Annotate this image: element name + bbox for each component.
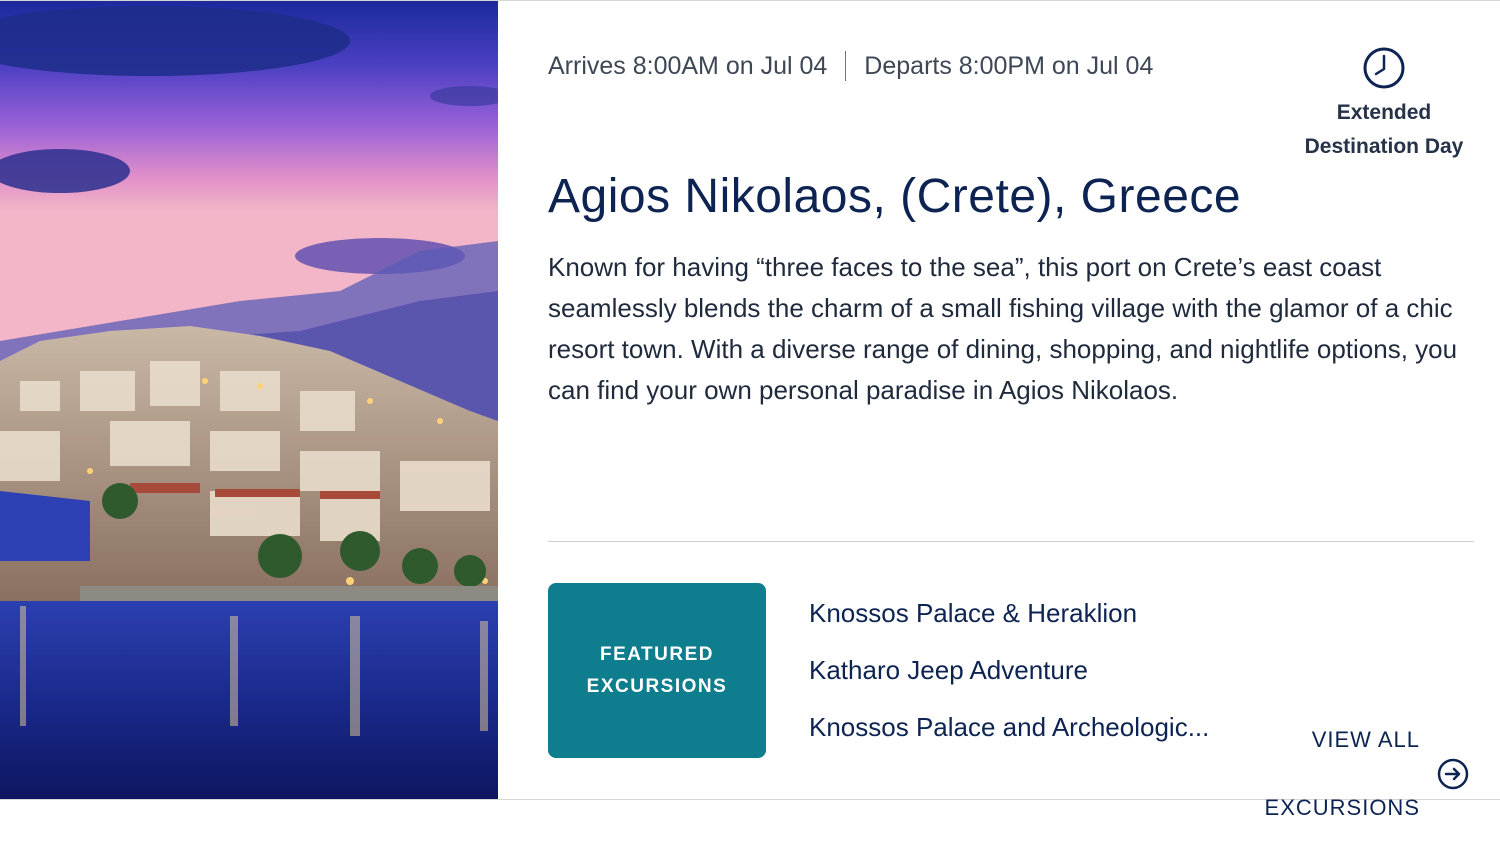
view-all-excursions-link[interactable]: VIEW ALL EXCURSIONS [1265, 689, 1470, 859]
arrow-circle-right-icon [1437, 758, 1469, 790]
excursion-link[interactable]: Knossos Palace and Archeologic... [809, 705, 1209, 762]
port-card: Arrives 8:00AM on Jul 04 Departs 8:00PM … [0, 0, 1500, 820]
featured-label-line1: FEATURED [599, 643, 715, 665]
port-title: Agios Nikolaos, (Crete), Greece [548, 170, 1242, 223]
port-details: Arrives 8:00AM on Jul 04 Departs 8:00PM … [498, 1, 1500, 820]
port-description: Known for having “three faces to the sea… [548, 252, 1458, 405]
excursion-link[interactable]: Knossos Palace & Heraklion [809, 591, 1209, 648]
port-photo [0, 1, 498, 799]
clock-icon [1363, 47, 1405, 89]
excursion-list: Knossos Palace & Heraklion Katharo Jeep … [809, 591, 1209, 762]
view-all-label-line2: EXCURSIONS [1264, 795, 1420, 820]
harbor-image [0, 1, 498, 799]
view-all-label-line1: VIEW ALL [1311, 727, 1420, 752]
extended-day-badge: Extended Destination Day [1294, 46, 1474, 164]
excursion-link[interactable]: Katharo Jeep Adventure [809, 648, 1209, 705]
port-schedule: Arrives 8:00AM on Jul 04 Departs 8:00PM … [548, 51, 1153, 81]
schedule-separator [845, 51, 847, 81]
extended-day-label-line1: Extended [1336, 101, 1432, 124]
arrival-time: Arrives 8:00AM on Jul 04 [548, 51, 828, 80]
featured-excursions-box: FEATURED EXCURSIONS [548, 583, 766, 758]
section-divider [548, 541, 1474, 542]
extended-day-label-line2: Destination Day [1304, 135, 1464, 158]
featured-label-line2: EXCURSIONS [586, 675, 728, 697]
departure-time: Departs 8:00PM on Jul 04 [864, 51, 1154, 80]
